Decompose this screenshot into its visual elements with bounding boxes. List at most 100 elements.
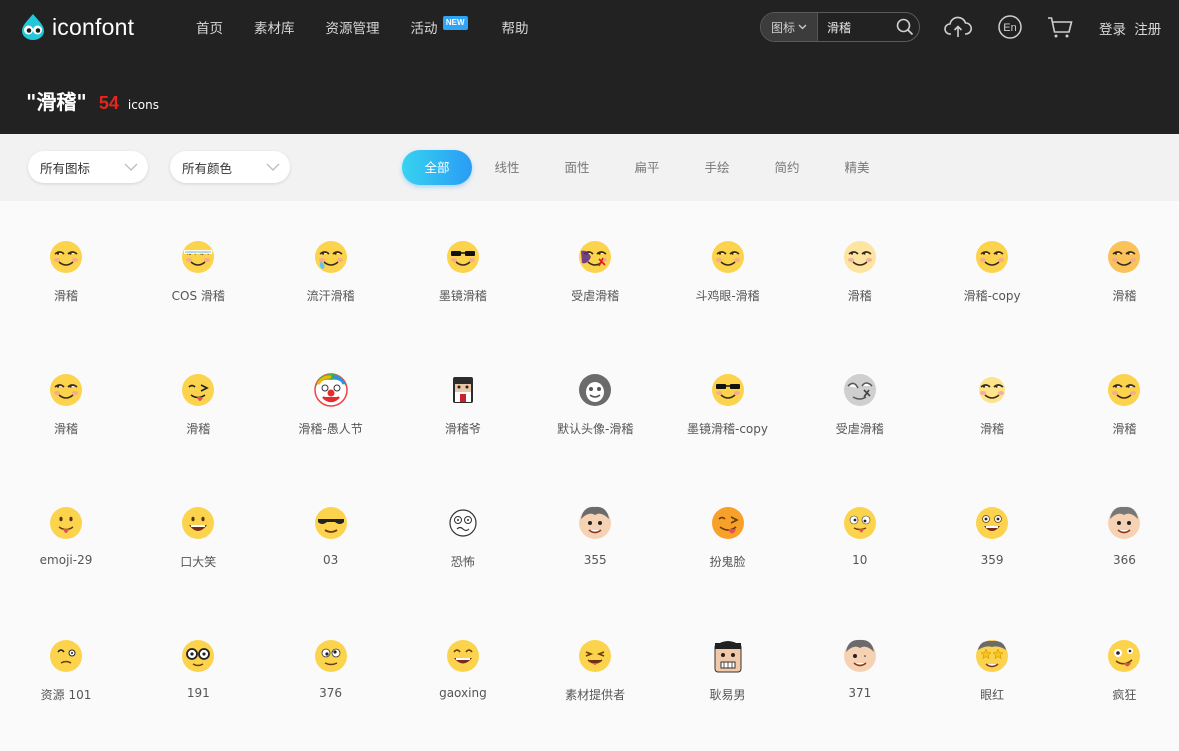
nav-home[interactable]: 首页 bbox=[196, 17, 223, 37]
icon-card-label: 滑稽 bbox=[53, 289, 78, 303]
icon-card[interactable]: 191 bbox=[132, 638, 264, 700]
emoji-face-icon bbox=[397, 505, 529, 541]
icon-card-label: 03 bbox=[322, 553, 339, 567]
style-tabs: 全部 线性 面性 扁平 手绘 简约 精美 bbox=[402, 150, 892, 185]
icon-card-label: 滑稽-愚人节 bbox=[298, 422, 363, 436]
icon-card-label: 355 bbox=[583, 553, 607, 567]
cart-button[interactable] bbox=[1045, 12, 1075, 42]
tab-all[interactable]: 全部 bbox=[402, 150, 472, 185]
icon-card-label: 墨镜滑稽 bbox=[438, 289, 487, 303]
icon-card[interactable]: 滑稽-愚人节 bbox=[265, 372, 397, 437]
logo-text: iconfont bbox=[52, 13, 135, 40]
icon-card-label: 滑稽 bbox=[847, 289, 872, 303]
lang-label: En bbox=[1003, 22, 1016, 34]
icon-card[interactable]: 疯狂 bbox=[1058, 638, 1179, 703]
icon-card[interactable]: 扮鬼脸 bbox=[662, 505, 794, 570]
upload-button[interactable] bbox=[943, 12, 973, 42]
result-unit: icons bbox=[127, 98, 160, 112]
tab-exquisite[interactable]: 精美 bbox=[822, 150, 892, 185]
search-icon bbox=[896, 18, 914, 36]
search-type-select[interactable]: 图标 bbox=[761, 13, 818, 41]
emoji-face-icon bbox=[529, 505, 661, 541]
icon-card[interactable]: 滑稽 bbox=[132, 372, 264, 437]
icon-card[interactable]: 10 bbox=[794, 505, 926, 567]
emoji-face-icon bbox=[662, 638, 794, 674]
login-link[interactable]: 登录 bbox=[1099, 22, 1126, 38]
icon-card[interactable]: 滑稽 bbox=[794, 239, 926, 304]
chevron-down-icon bbox=[124, 163, 138, 171]
icon-card[interactable]: 376 bbox=[265, 638, 397, 700]
iconfont-logo[interactable]: iconfont bbox=[18, 12, 134, 42]
icon-card[interactable]: 素材提供者 bbox=[529, 638, 661, 703]
icon-card-label: 墨镜滑稽-copy bbox=[687, 422, 768, 436]
emoji-face-icon bbox=[1058, 505, 1179, 541]
emoji-face-icon bbox=[794, 505, 926, 541]
icon-card-label: 斗鸡眼-滑稽 bbox=[695, 289, 760, 303]
icon-card[interactable]: 359 bbox=[926, 505, 1058, 567]
icon-card[interactable]: gaoxing bbox=[397, 638, 529, 700]
icon-card[interactable]: 口大笑 bbox=[132, 505, 264, 570]
search-button[interactable] bbox=[891, 13, 919, 41]
icon-card[interactable]: 滑稽 bbox=[0, 372, 132, 437]
color-select[interactable]: 所有颜色 bbox=[170, 151, 290, 183]
emoji-face-icon bbox=[926, 239, 1058, 275]
icon-card[interactable]: emoji-29 bbox=[0, 505, 132, 567]
nav-library[interactable]: 素材库 bbox=[254, 17, 295, 37]
icon-card[interactable]: 滑稽 bbox=[926, 372, 1058, 437]
tab-line[interactable]: 线性 bbox=[472, 150, 542, 185]
cart-icon bbox=[1048, 17, 1073, 38]
emoji-face-icon bbox=[0, 638, 132, 674]
register-link[interactable]: 注册 bbox=[1134, 22, 1161, 38]
icon-card-label: 眼红 bbox=[980, 688, 1005, 702]
icon-card[interactable]: 墨镜滑稽-copy bbox=[662, 372, 794, 437]
tab-hand-drawn[interactable]: 手绘 bbox=[682, 150, 752, 185]
tab-flat[interactable]: 扁平 bbox=[612, 150, 682, 185]
icon-card[interactable]: 耿易男 bbox=[662, 638, 794, 703]
icon-card[interactable]: 受虐滑稽 bbox=[794, 372, 926, 437]
language-en-icon: En bbox=[998, 15, 1022, 39]
emoji-face-icon bbox=[397, 372, 529, 408]
emoji-face-icon bbox=[265, 638, 397, 674]
icon-card[interactable]: 滑稽 bbox=[1058, 239, 1179, 304]
icon-card[interactable]: 受虐滑稽 bbox=[529, 239, 661, 304]
result-count: 54 bbox=[98, 93, 119, 113]
emoji-face-icon bbox=[265, 505, 397, 541]
icon-card[interactable]: 滑稽 bbox=[1058, 372, 1179, 437]
nav-help[interactable]: 帮助 bbox=[502, 17, 529, 37]
nav-events[interactable]: 活动 NEW bbox=[411, 16, 468, 37]
icon-card[interactable]: 斗鸡眼-滑稽 bbox=[662, 239, 794, 304]
icon-card[interactable]: 恐怖 bbox=[397, 505, 529, 570]
icon-card[interactable]: 流汗滑稽 bbox=[265, 239, 397, 304]
emoji-face-icon bbox=[529, 239, 661, 275]
tab-simple[interactable]: 简约 bbox=[752, 150, 822, 185]
icon-card-label: gaoxing bbox=[439, 686, 487, 700]
icon-card[interactable]: 355 bbox=[529, 505, 661, 567]
icon-card[interactable]: 眼红 bbox=[926, 638, 1058, 703]
icon-card[interactable]: 墨镜滑稽 bbox=[397, 239, 529, 304]
icon-card-label: 滑稽 bbox=[186, 422, 211, 436]
icon-type-select[interactable]: 所有图标 bbox=[28, 151, 148, 183]
icon-card-label: 流汗滑稽 bbox=[306, 289, 355, 303]
icon-card[interactable]: 资源 101 bbox=[0, 638, 132, 703]
icon-card-label: 耿易男 bbox=[709, 688, 746, 702]
icon-card[interactable]: 默认头像-滑稽 bbox=[529, 372, 661, 437]
icon-card-label: 资源 101 bbox=[40, 688, 92, 702]
language-button[interactable]: En bbox=[995, 12, 1025, 42]
icon-card[interactable]: 滑稽-copy bbox=[926, 239, 1058, 304]
search-input[interactable] bbox=[818, 19, 891, 35]
icon-card-label: 359 bbox=[980, 553, 1004, 567]
icon-card-label: 扮鬼脸 bbox=[709, 555, 746, 569]
icon-card[interactable]: 滑稽爷 bbox=[397, 372, 529, 437]
icon-card[interactable]: COS 滑稽 bbox=[132, 239, 264, 304]
icon-card-label: 素材提供者 bbox=[565, 688, 626, 702]
icon-card[interactable]: 03 bbox=[265, 505, 397, 567]
emoji-face-icon bbox=[265, 239, 397, 275]
main-nav: 首页 素材库 资源管理 活动 NEW 帮助 bbox=[196, 16, 560, 37]
nav-resources[interactable]: 资源管理 bbox=[326, 17, 380, 37]
icon-card-label: 疯狂 bbox=[1112, 688, 1137, 702]
tab-fill[interactable]: 面性 bbox=[542, 150, 612, 185]
icon-card[interactable]: 滑稽 bbox=[0, 239, 132, 304]
icon-card[interactable]: 366 bbox=[1058, 505, 1179, 567]
icon-card-label: 受虐滑稽 bbox=[571, 289, 620, 303]
icon-card[interactable]: 371 bbox=[794, 638, 926, 700]
